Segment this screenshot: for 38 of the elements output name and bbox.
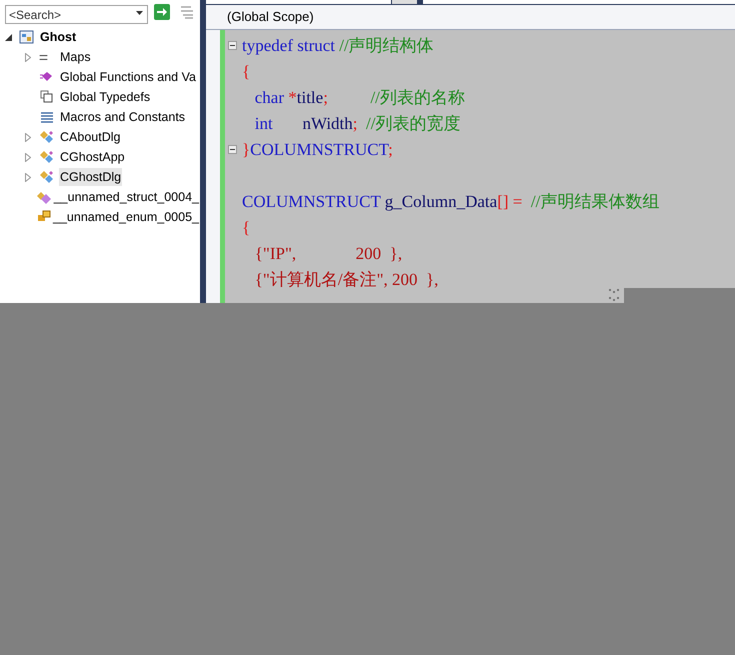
tree-item[interactable]: Maps <box>59 48 92 66</box>
scope-bar[interactable]: (Global Scope) <box>206 5 735 30</box>
code-line: {"计算机名/备注", 200 }, <box>254 269 438 292</box>
list-icon[interactable] <box>180 5 196 19</box>
code-line: int nWidth; //列表的宽度 <box>254 113 460 136</box>
typedef-icon <box>39 89 55 105</box>
struct-icon <box>36 189 52 205</box>
lines-icon <box>39 54 48 60</box>
tree-item[interactable]: __unnamed_enum_0005_ <box>52 208 200 226</box>
tree-item[interactable]: CGhostDlg <box>59 168 122 186</box>
resize-grip-icon[interactable] <box>608 288 622 302</box>
code-line: }COLUMNSTRUCT; <box>242 139 393 162</box>
tree-item[interactable]: Ghost <box>39 28 78 46</box>
code-line: char *title; //列表的名称 <box>254 87 465 110</box>
tree-item[interactable]: __unnamed_struct_0004_ <box>52 188 200 206</box>
fold-toggle-icon[interactable] <box>228 41 237 50</box>
collapsed-arrow-icon[interactable] <box>25 172 31 182</box>
code-line: { <box>242 217 250 240</box>
tree-item[interactable]: Global Typedefs <box>59 88 152 106</box>
code-line: COLUMNSTRUCT g_Column_Data[] = //声明结果体数组 <box>242 191 660 214</box>
code-line: {"IP", 200 }, <box>254 243 402 266</box>
collapsed-arrow-icon[interactable] <box>25 132 31 142</box>
fold-toggle-icon[interactable] <box>228 145 237 154</box>
dropdown-caret-icon[interactable] <box>136 10 143 14</box>
class-icon <box>39 129 55 145</box>
class-icon <box>39 149 55 165</box>
expanded-arrow-icon[interactable] <box>5 34 12 40</box>
class-icon <box>39 169 55 185</box>
code-line: { <box>242 61 250 84</box>
tree-item[interactable]: Global Functions and Va <box>59 68 197 86</box>
code-line: typedef struct //声明结构体 <box>242 35 434 58</box>
collapsed-arrow-icon[interactable] <box>25 52 31 62</box>
search-field[interactable]: <Search> <box>5 5 148 24</box>
tree-item[interactable]: CAboutDlg <box>59 128 122 146</box>
tree-item[interactable]: Macros and Constants <box>59 108 186 126</box>
collapsed-arrow-icon[interactable] <box>25 152 31 162</box>
tree-item[interactable]: CGhostApp <box>59 148 126 166</box>
project-icon <box>19 29 35 45</box>
